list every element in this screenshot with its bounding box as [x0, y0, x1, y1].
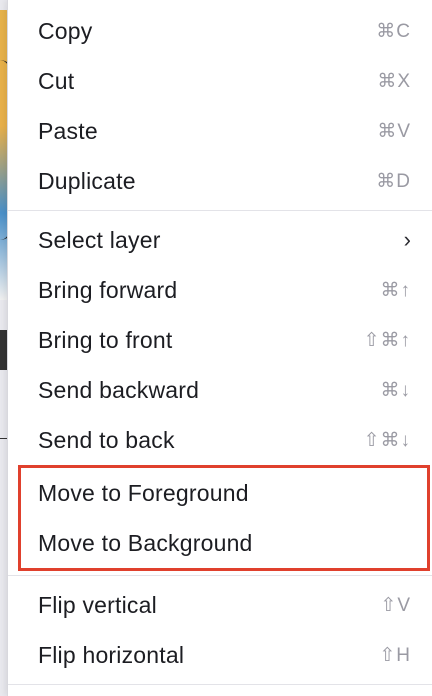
shortcut-hint: ⇧V: [380, 594, 411, 616]
shortcut-hint: ⇧⌘↑: [363, 329, 411, 351]
menu-item-flip-horizontal[interactable]: Flip horizontal ⇧H: [8, 630, 432, 680]
arrange-group: Select layer › Bring forward ⌘↑ Bring to…: [8, 215, 432, 465]
menu-item-label: Select layer: [38, 226, 161, 253]
menu-divider: [8, 575, 432, 576]
clipboard-group: Copy ⌘C Cut ⌘X Paste ⌘V Duplicate ⌘D: [8, 0, 432, 206]
menu-item-select-layer[interactable]: Select layer ›: [8, 215, 432, 265]
shortcut-hint: ⌘↓: [380, 379, 411, 401]
menu-item-bring-to-front[interactable]: Bring to front ⇧⌘↑: [8, 315, 432, 365]
shortcut-hint: ⌘D: [376, 170, 411, 192]
flip-group: Flip vertical ⇧V Flip horizontal ⇧H: [8, 580, 432, 680]
shortcut-hint: ⌘C: [376, 20, 411, 42]
menu-item-label: Move to Foreground: [38, 479, 249, 506]
menu-item-label: Bring forward: [38, 276, 178, 303]
menu-item-bring-forward[interactable]: Bring forward ⌘↑: [8, 265, 432, 315]
shortcut-hint: ⌘↑: [380, 279, 411, 301]
menu-item-label: Cut: [38, 67, 75, 94]
menu-item-label: Paste: [38, 117, 98, 144]
menu-item-cut[interactable]: Cut ⌘X: [8, 56, 432, 106]
menu-item-label: Bring to front: [38, 326, 173, 353]
menu-divider: [8, 684, 432, 685]
menu-item-label: Move to Background: [38, 529, 253, 556]
context-menu: Copy ⌘C Cut ⌘X Paste ⌘V Duplicate ⌘D Sel…: [7, 0, 432, 696]
shortcut-hint: ⇧H: [379, 644, 411, 666]
menu-item-send-backward[interactable]: Send backward ⌘↓: [8, 365, 432, 415]
menu-item-label: Flip horizontal: [38, 641, 185, 668]
shortcut-hint: ⌘V: [377, 120, 411, 142]
chevron-right-icon: ›: [403, 227, 411, 252]
menu-item-duplicate[interactable]: Duplicate ⌘D: [8, 156, 432, 206]
menu-divider: [8, 210, 432, 211]
shortcut-hint: ⌘X: [377, 70, 411, 92]
highlight-annotation-box: Move to Foreground Move to Background: [18, 465, 430, 571]
menu-item-label: Copy: [38, 17, 93, 44]
menu-item-label: Send backward: [38, 376, 200, 403]
shortcut-hint: ⇧⌘↓: [363, 429, 411, 451]
menu-item-flip-vertical[interactable]: Flip vertical ⇧V: [8, 580, 432, 630]
menu-item-label: Send to back: [38, 426, 175, 453]
menu-item-label: Flip vertical: [38, 591, 157, 618]
menu-item-copy[interactable]: Copy ⌘C: [8, 6, 432, 56]
menu-item-move-to-foreground[interactable]: Move to Foreground: [21, 468, 427, 518]
menu-item-send-to-back[interactable]: Send to back ⇧⌘↓: [8, 415, 432, 465]
menu-item-move-to-background[interactable]: Move to Background: [21, 518, 427, 568]
menu-item-label: Duplicate: [38, 167, 136, 194]
menu-item-paste[interactable]: Paste ⌘V: [8, 106, 432, 156]
